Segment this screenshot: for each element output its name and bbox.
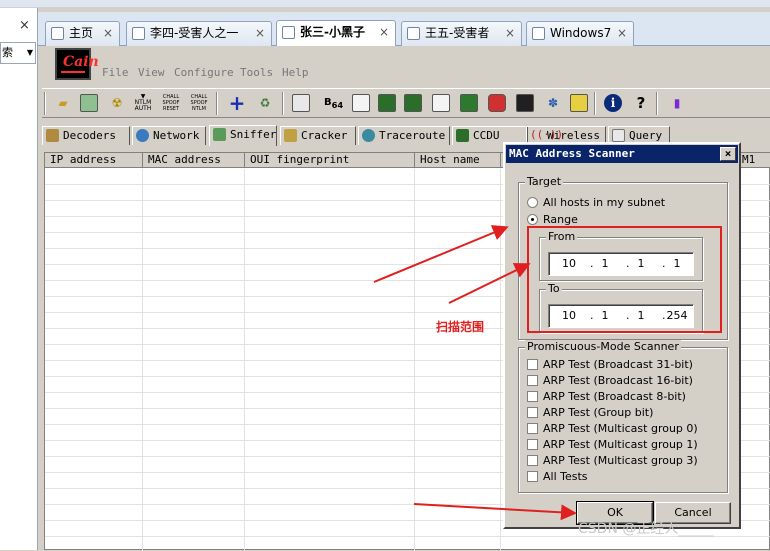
annotation-arrows <box>373 225 577 521</box>
arrow-to-range <box>373 225 509 283</box>
arrow-to-from-field <box>448 263 531 304</box>
arrow-to-ok-button <box>413 503 577 521</box>
